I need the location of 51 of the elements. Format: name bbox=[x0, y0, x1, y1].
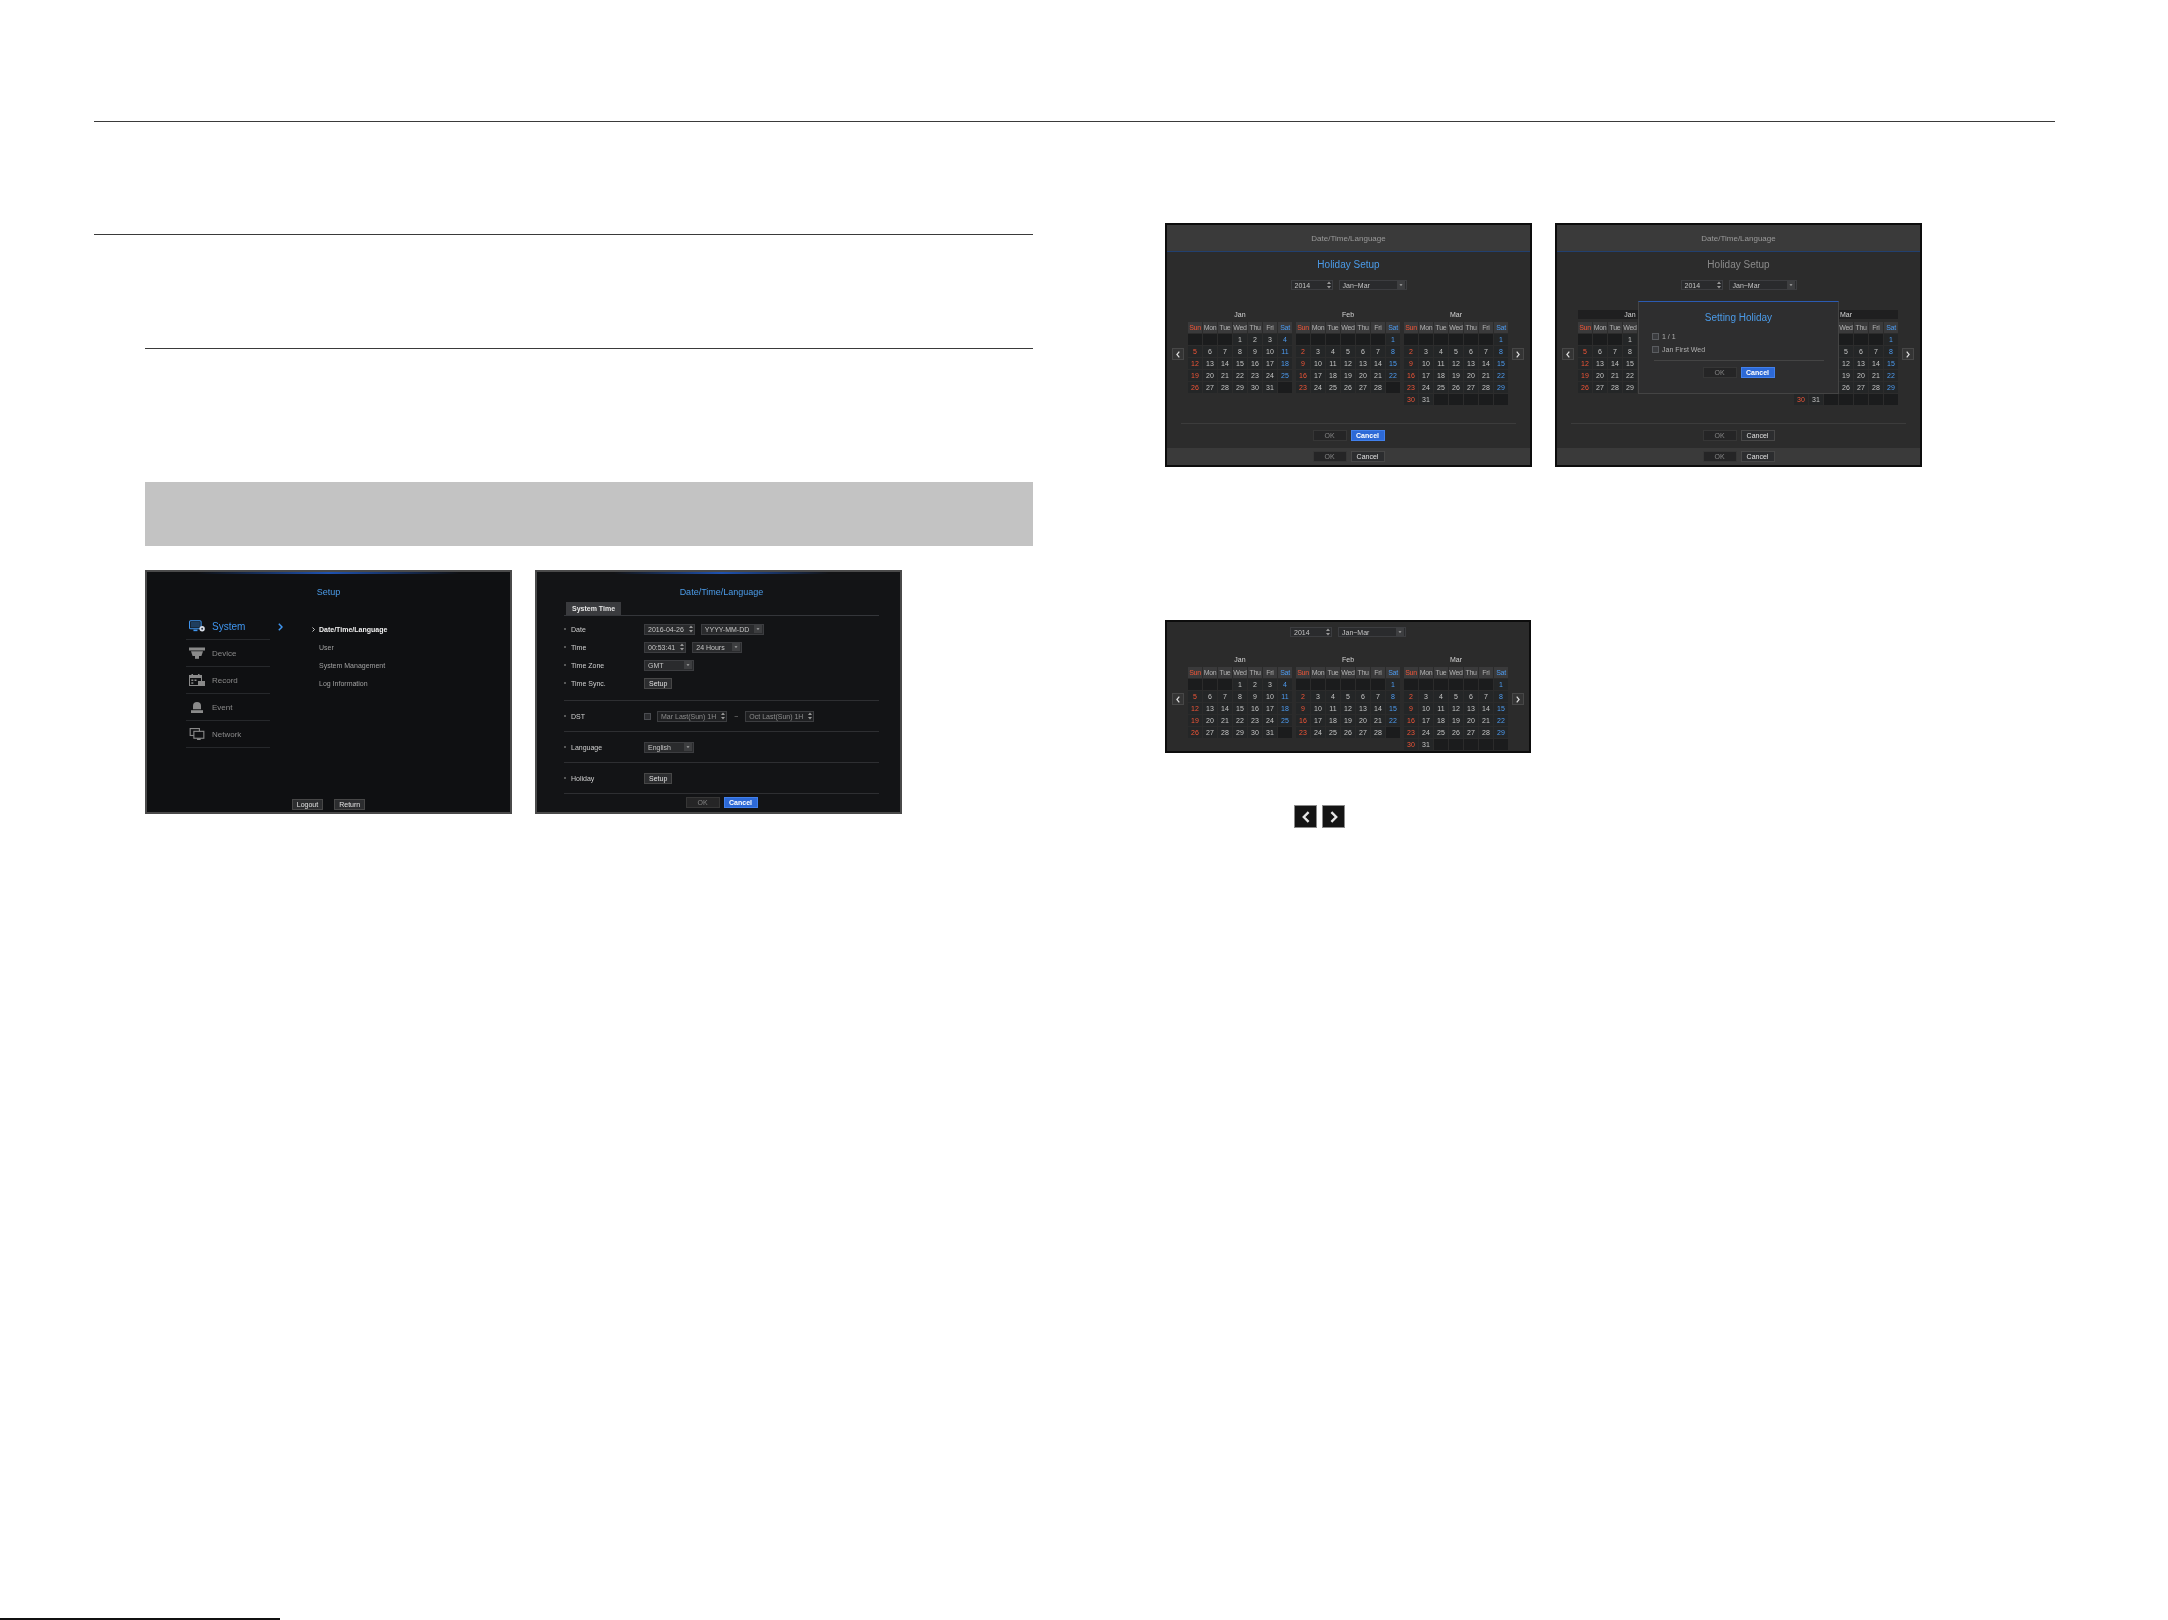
chevron-right-icon bbox=[312, 626, 315, 632]
previous-button[interactable] bbox=[1294, 805, 1317, 828]
chevron-right-icon bbox=[1516, 350, 1520, 358]
chevron-right-icon bbox=[1329, 810, 1338, 823]
screen-title: Date/Time/Language bbox=[1701, 233, 1776, 243]
menu-item[interactable]: System bbox=[186, 613, 270, 640]
dialog-title: Setting Holiday bbox=[1704, 312, 1773, 324]
chevron-left-icon bbox=[1566, 350, 1570, 358]
menu-item[interactable]: Record bbox=[186, 667, 270, 694]
spinner-arrows-icon bbox=[1716, 281, 1721, 289]
checkbox[interactable] bbox=[1652, 333, 1659, 340]
chevron-left-icon bbox=[1301, 810, 1310, 823]
alarm-icon bbox=[189, 701, 205, 713]
spinner-arrows-icon bbox=[1326, 281, 1331, 289]
screen-title: Date/Time/Language bbox=[1311, 233, 1386, 243]
checkbox[interactable] bbox=[1652, 346, 1659, 353]
camera-icon bbox=[189, 647, 205, 659]
previous-button[interactable] bbox=[1172, 348, 1184, 360]
dialog-title: Holiday Setup bbox=[1317, 258, 1380, 272]
caret-icon bbox=[754, 625, 763, 633]
menu-item[interactable]: Event bbox=[186, 694, 270, 721]
caret-icon bbox=[684, 661, 692, 669]
chevron-left-icon bbox=[1176, 695, 1180, 703]
screen-title: Date/Time/Language bbox=[679, 586, 764, 598]
chevron-right-icon bbox=[1906, 350, 1910, 358]
next-button[interactable] bbox=[1322, 805, 1345, 828]
caret-icon bbox=[684, 743, 692, 751]
next-button[interactable] bbox=[1512, 348, 1524, 360]
caret-icon bbox=[732, 643, 741, 651]
menu-item[interactable]: Device bbox=[186, 640, 270, 667]
monitor-gear-icon bbox=[189, 620, 205, 632]
chevron-right-icon bbox=[1516, 695, 1520, 703]
previous-button[interactable] bbox=[1172, 693, 1184, 705]
spinner-arrows-icon bbox=[680, 643, 685, 651]
dialog-title: Holiday Setup bbox=[1707, 258, 1770, 272]
monitors-icon bbox=[189, 728, 205, 740]
previous-button[interactable] bbox=[1562, 348, 1574, 360]
next-button[interactable] bbox=[1902, 348, 1914, 360]
caret-icon bbox=[1786, 281, 1795, 289]
calendar-icon bbox=[189, 674, 205, 686]
menu-item[interactable]: Network bbox=[186, 721, 270, 748]
spinner-arrows-icon bbox=[721, 712, 726, 720]
caret-icon bbox=[1396, 628, 1404, 636]
chevron-right-icon bbox=[277, 622, 283, 631]
screen-title: Setup bbox=[316, 586, 341, 598]
spinner-arrows-icon bbox=[1326, 628, 1330, 636]
next-button[interactable] bbox=[1512, 693, 1524, 705]
chevron-left-icon bbox=[1176, 350, 1180, 358]
spinner-arrows-icon bbox=[688, 625, 693, 633]
spinner-arrows-icon bbox=[808, 712, 813, 720]
caret-icon bbox=[1396, 281, 1405, 289]
